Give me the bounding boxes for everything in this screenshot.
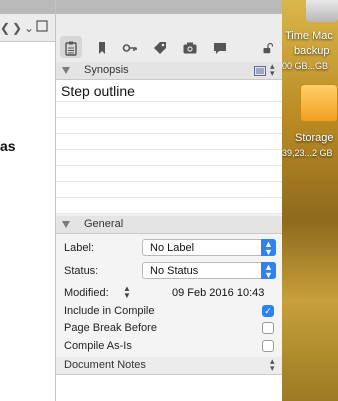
notes-icon[interactable] (63, 40, 79, 56)
compile-as-is-label: Compile As-Is (64, 340, 132, 352)
disclosure-triangle-icon[interactable] (62, 67, 70, 74)
disclosure-triangle-icon[interactable] (62, 221, 70, 228)
ruled-line (56, 149, 282, 150)
include-in-compile-label: Include in Compile (64, 305, 155, 317)
bookmark-icon[interactable] (94, 40, 110, 56)
general-header-label: General (84, 218, 124, 230)
ruled-line (56, 213, 282, 214)
drive-name[interactable]: Storage (295, 132, 334, 144)
synopsis-header-label: Synopsis (84, 64, 129, 76)
synopsis-text-area[interactable]: Step outline (56, 80, 282, 214)
status-select-value: No Status (150, 265, 199, 277)
document-notes-header-label: Document Notes (64, 359, 146, 371)
modified-date: 09 Feb 2016 10:43 (172, 287, 265, 299)
include-in-compile-checkbox[interactable]: ✓ (262, 305, 274, 317)
drive-name-line2[interactable]: backup (294, 45, 329, 57)
status-caption: Status: (64, 265, 99, 277)
drive-size: 00 GB...GB (282, 61, 329, 71)
lock-icon[interactable] (262, 42, 274, 54)
chevron-right-icon[interactable]: ❯ (12, 21, 22, 35)
window-title-bar (56, 0, 282, 14)
synopsis-text[interactable]: Step outline (61, 83, 135, 99)
window-split-icon[interactable] (36, 20, 48, 35)
ruled-line (56, 133, 282, 134)
chevron-down-icon[interactable]: ⌄ (24, 21, 34, 35)
ruled-line (56, 181, 282, 182)
page-break-before-checkbox[interactable] (262, 322, 274, 334)
ruled-line (56, 101, 282, 102)
comment-icon[interactable] (212, 40, 228, 56)
editor-pane[interactable]: ❮ ❯ ⌄ as (0, 0, 55, 401)
synopsis-header[interactable]: Synopsis ▴ ▾ (56, 62, 282, 80)
tag-icon[interactable] (152, 40, 168, 56)
notes-stepper-icon[interactable]: ▴ ▾ (270, 357, 275, 373)
inspector-toolbar (56, 14, 282, 62)
compile-as-is-checkbox[interactable] (262, 340, 274, 352)
status-select[interactable]: No Status ▲ ▼ (142, 262, 276, 280)
select-stepper-icon: ▲ ▼ (261, 262, 276, 280)
general-header[interactable]: General (56, 216, 282, 234)
editor-toolbar: ❮ ❯ ⌄ (0, 14, 55, 42)
inspector-panel: Synopsis ▴ ▾ Step outline General Label: … (55, 0, 282, 401)
synopsis-mode-icon[interactable] (254, 66, 266, 79)
modified-stepper-icon[interactable]: ▲ ▼ (123, 285, 131, 300)
key-icon[interactable] (122, 40, 138, 56)
label-select[interactable]: No Label ▲ ▼ (142, 239, 276, 257)
ruled-line (56, 165, 282, 166)
storage-drive-icon[interactable] (300, 84, 338, 122)
camera-icon[interactable] (182, 40, 198, 56)
label-select-value: No Label (150, 242, 195, 254)
drive-size: 39,23...2 GB (282, 148, 333, 158)
desktop-background: Time Mac backup 00 GB...GB Storage 39,23… (282, 0, 338, 401)
editor-text[interactable]: as (0, 138, 16, 154)
label-caption: Label: (64, 242, 94, 254)
ruled-line (56, 197, 282, 198)
page-break-before-label: Page Break Before (64, 322, 157, 334)
window-title-bar (0, 0, 55, 14)
document-notes-area[interactable] (56, 375, 282, 401)
chevron-left-icon[interactable]: ❮ (0, 21, 10, 35)
drive-name[interactable]: Time Mac (285, 30, 333, 42)
select-stepper-icon: ▲ ▼ (261, 239, 276, 257)
ruled-line (56, 117, 282, 118)
modified-caption: Modified: (64, 287, 109, 299)
document-notes-header[interactable]: Document Notes ▴ ▾ (56, 357, 282, 375)
time-machine-drive-icon[interactable] (306, 0, 338, 22)
synopsis-mode-stepper-icon[interactable]: ▴ ▾ (270, 62, 275, 78)
